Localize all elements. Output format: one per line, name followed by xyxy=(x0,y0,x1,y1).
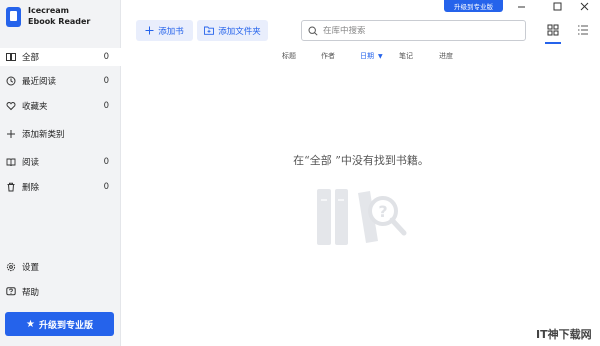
add-folder-label: 添加文件夹 xyxy=(218,26,261,37)
sidebar-item-reading[interactable]: 阅读 0 xyxy=(0,153,121,171)
sidebar: Icecream Ebook Reader 全部 0 最近阅读 0 收藏夹 0 … xyxy=(0,0,121,346)
app-brand: Icecream Ebook Reader xyxy=(6,5,90,27)
grid-view-active-indicator xyxy=(545,42,561,44)
maximize-button[interactable] xyxy=(547,0,567,12)
app-name-line1: Icecream xyxy=(28,6,69,15)
reading-icon xyxy=(6,157,16,167)
sidebar-item-help[interactable]: 帮助 xyxy=(0,283,121,301)
sidebar-item-settings[interactable]: 设置 xyxy=(0,258,121,276)
heart-icon xyxy=(6,101,16,111)
sidebar-item-label: 收藏夹 xyxy=(22,102,48,112)
svg-text:?: ? xyxy=(378,202,387,221)
list-icon xyxy=(578,25,588,35)
sidebar-item-label: 添加新类别 xyxy=(22,130,65,140)
add-book-label: 添加书 xyxy=(158,26,184,37)
book-icon xyxy=(6,52,16,62)
add-folder-button[interactable]: 添加文件夹 xyxy=(197,20,268,41)
sidebar-item-recent[interactable]: 最近阅读 0 xyxy=(0,72,121,90)
close-icon xyxy=(580,2,588,10)
sort-title-label: 标题 xyxy=(282,52,296,60)
history-icon xyxy=(6,76,16,86)
minimize-icon xyxy=(517,6,525,7)
sidebar-item-count: 0 xyxy=(103,157,109,167)
sidebar-item-add-category[interactable]: 添加新类别 xyxy=(0,125,121,143)
empty-library-illustration: ? xyxy=(312,183,412,252)
search-input[interactable] xyxy=(323,25,513,36)
add-book-button[interactable]: 添加书 xyxy=(136,20,193,41)
plus-icon xyxy=(145,26,154,35)
sort-desc-icon: ▼ xyxy=(378,52,383,60)
sort-progress-label: 进度 xyxy=(439,52,453,60)
sidebar-item-count: 0 xyxy=(103,76,109,86)
plus-icon xyxy=(6,129,16,139)
sidebar-item-all[interactable]: 全部 0 xyxy=(0,48,121,66)
star-icon: ★ xyxy=(26,318,35,330)
sort-by-author[interactable]: 作者 xyxy=(321,51,335,61)
empty-library-message: 在“全部 ”中没有找到书籍。 xyxy=(293,154,429,167)
upgrade-top-button[interactable]: 升级到专业版 xyxy=(444,0,503,12)
sidebar-item-count: 0 xyxy=(103,52,109,62)
close-button[interactable] xyxy=(574,0,594,12)
sidebar-item-count: 0 xyxy=(103,101,109,111)
sort-date-label: 日期 xyxy=(360,52,374,60)
app-logo-icon xyxy=(6,7,21,27)
upgrade-pro-label: 升级到专业版 xyxy=(38,320,93,331)
maximize-icon xyxy=(553,2,561,10)
sidebar-item-deleted[interactable]: 删除 0 xyxy=(0,178,121,196)
search-box xyxy=(301,20,526,41)
folder-add-icon xyxy=(204,26,215,35)
grid-icon xyxy=(547,24,559,36)
minimize-button[interactable] xyxy=(511,0,531,12)
sidebar-item-label: 全部 xyxy=(22,53,40,63)
help-icon xyxy=(6,287,16,297)
upgrade-pro-button[interactable]: ★ 升级到专业版 xyxy=(5,312,114,336)
watermark: IT神下载网 xyxy=(536,328,592,341)
sidebar-item-label: 删除 xyxy=(22,183,40,193)
sidebar-item-favorites[interactable]: 收藏夹 0 xyxy=(0,97,121,115)
sort-by-date[interactable]: 日期 ▼ xyxy=(360,51,383,61)
sort-by-notes[interactable]: 笔记 xyxy=(399,51,413,61)
sort-author-label: 作者 xyxy=(321,52,335,60)
sidebar-item-label: 设置 xyxy=(22,263,40,273)
list-view-button[interactable] xyxy=(575,22,591,38)
grid-view-button[interactable] xyxy=(545,22,561,38)
trash-icon xyxy=(6,182,16,192)
app-name-line2: Ebook Reader xyxy=(28,17,91,26)
sort-by-progress[interactable]: 进度 xyxy=(439,51,453,61)
app-name: Icecream Ebook Reader xyxy=(28,5,90,27)
gear-icon xyxy=(6,262,16,272)
sidebar-item-label: 帮助 xyxy=(22,288,40,298)
search-icon xyxy=(308,25,318,36)
sort-notes-label: 笔记 xyxy=(399,52,413,60)
sidebar-item-label: 阅读 xyxy=(22,158,40,168)
sidebar-item-label: 最近阅读 xyxy=(22,77,57,87)
sidebar-item-count: 0 xyxy=(103,182,109,192)
sort-by-title[interactable]: 标题 xyxy=(282,51,296,61)
